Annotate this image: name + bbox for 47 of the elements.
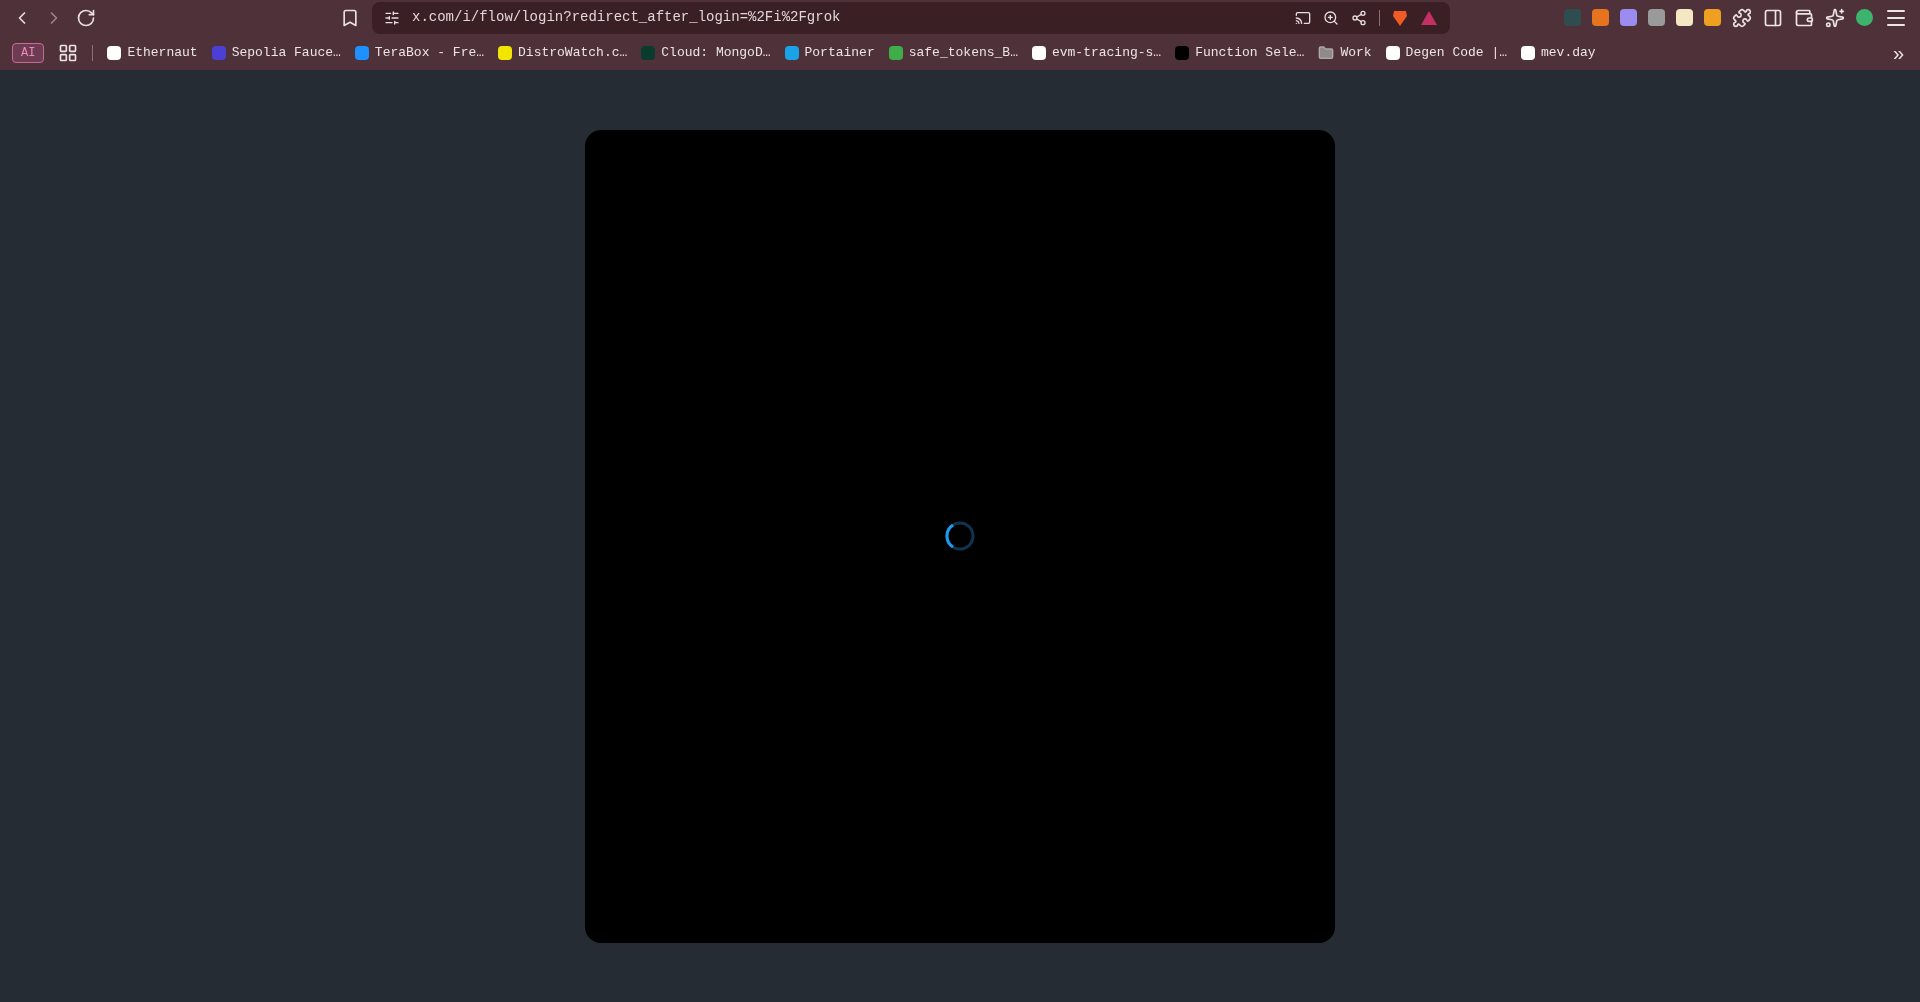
site-settings-icon[interactable] bbox=[384, 9, 400, 26]
favicon-icon bbox=[1521, 45, 1535, 60]
bookmark-link[interactable]: mev.day bbox=[1541, 42, 1596, 63]
url-text: x.com/i/flow/login?redirect_after_login=%2Fi%2Fgrok bbox=[412, 8, 841, 27]
ai-button[interactable]: AI bbox=[12, 42, 45, 63]
favicon-icon bbox=[1031, 45, 1046, 60]
bookmark-link[interactable]: evm-tracing-s… bbox=[1051, 42, 1162, 63]
extension-icon[interactable] bbox=[1620, 9, 1637, 26]
address-bar[interactable]: x.com/i/flow/login?redirect_after_login=%2Fi%2Fgrok bbox=[372, 1, 1450, 34]
triangle-icon[interactable] bbox=[1420, 9, 1438, 26]
bookmark-link[interactable]: Sepolia Fauce… bbox=[231, 42, 341, 63]
favicon-icon bbox=[498, 45, 513, 60]
favicon-icon bbox=[641, 45, 656, 60]
zoom-icon[interactable] bbox=[1323, 9, 1339, 26]
shield-icon[interactable] bbox=[1392, 8, 1408, 27]
favicon-icon bbox=[1175, 45, 1190, 60]
favicon-icon bbox=[107, 45, 122, 60]
share-icon[interactable] bbox=[1351, 9, 1367, 26]
bookmark-link[interactable]: Function Sele… bbox=[1195, 42, 1305, 63]
bookmark-link[interactable]: Degen Code |… bbox=[1405, 42, 1507, 63]
favicon-icon bbox=[211, 45, 226, 60]
extensions-icon[interactable] bbox=[1732, 7, 1752, 28]
bookmark-link[interactable]: Work bbox=[1340, 42, 1372, 63]
sparkle-icon[interactable] bbox=[1825, 7, 1845, 28]
apps-grid-icon[interactable] bbox=[58, 42, 79, 63]
favicon-icon bbox=[354, 45, 369, 60]
favicon-icon bbox=[1385, 45, 1400, 60]
bookmark-link[interactable]: Ethernaut bbox=[127, 42, 198, 63]
bookmarks-overflow-button[interactable]: » bbox=[1888, 42, 1908, 63]
profile-avatar[interactable] bbox=[1856, 9, 1873, 26]
extension-icon[interactable] bbox=[1648, 9, 1665, 26]
wallet-icon[interactable] bbox=[1794, 7, 1814, 28]
bookmark-icon[interactable] bbox=[340, 7, 360, 28]
cast-icon[interactable] bbox=[1295, 9, 1311, 26]
bookmark-link[interactable]: Portainer bbox=[804, 42, 875, 63]
bookmark-link[interactable]: TeraBox - Fre… bbox=[374, 42, 485, 63]
bookmark-link[interactable]: DistroWatch.c… bbox=[518, 42, 628, 63]
favicon-icon bbox=[888, 45, 903, 60]
bookmark-link[interactable]: safe_tokens_B… bbox=[908, 42, 1018, 63]
sidebar-icon[interactable] bbox=[1763, 7, 1783, 28]
favicon-icon bbox=[784, 45, 799, 60]
folder-icon bbox=[1318, 44, 1335, 61]
extension-icon[interactable] bbox=[1592, 9, 1609, 26]
extension-icon[interactable] bbox=[1676, 9, 1693, 26]
reload-icon[interactable] bbox=[76, 7, 96, 28]
bookmark-link[interactable]: Cloud: MongoD… bbox=[661, 42, 771, 63]
extension-icon[interactable] bbox=[1704, 9, 1721, 26]
